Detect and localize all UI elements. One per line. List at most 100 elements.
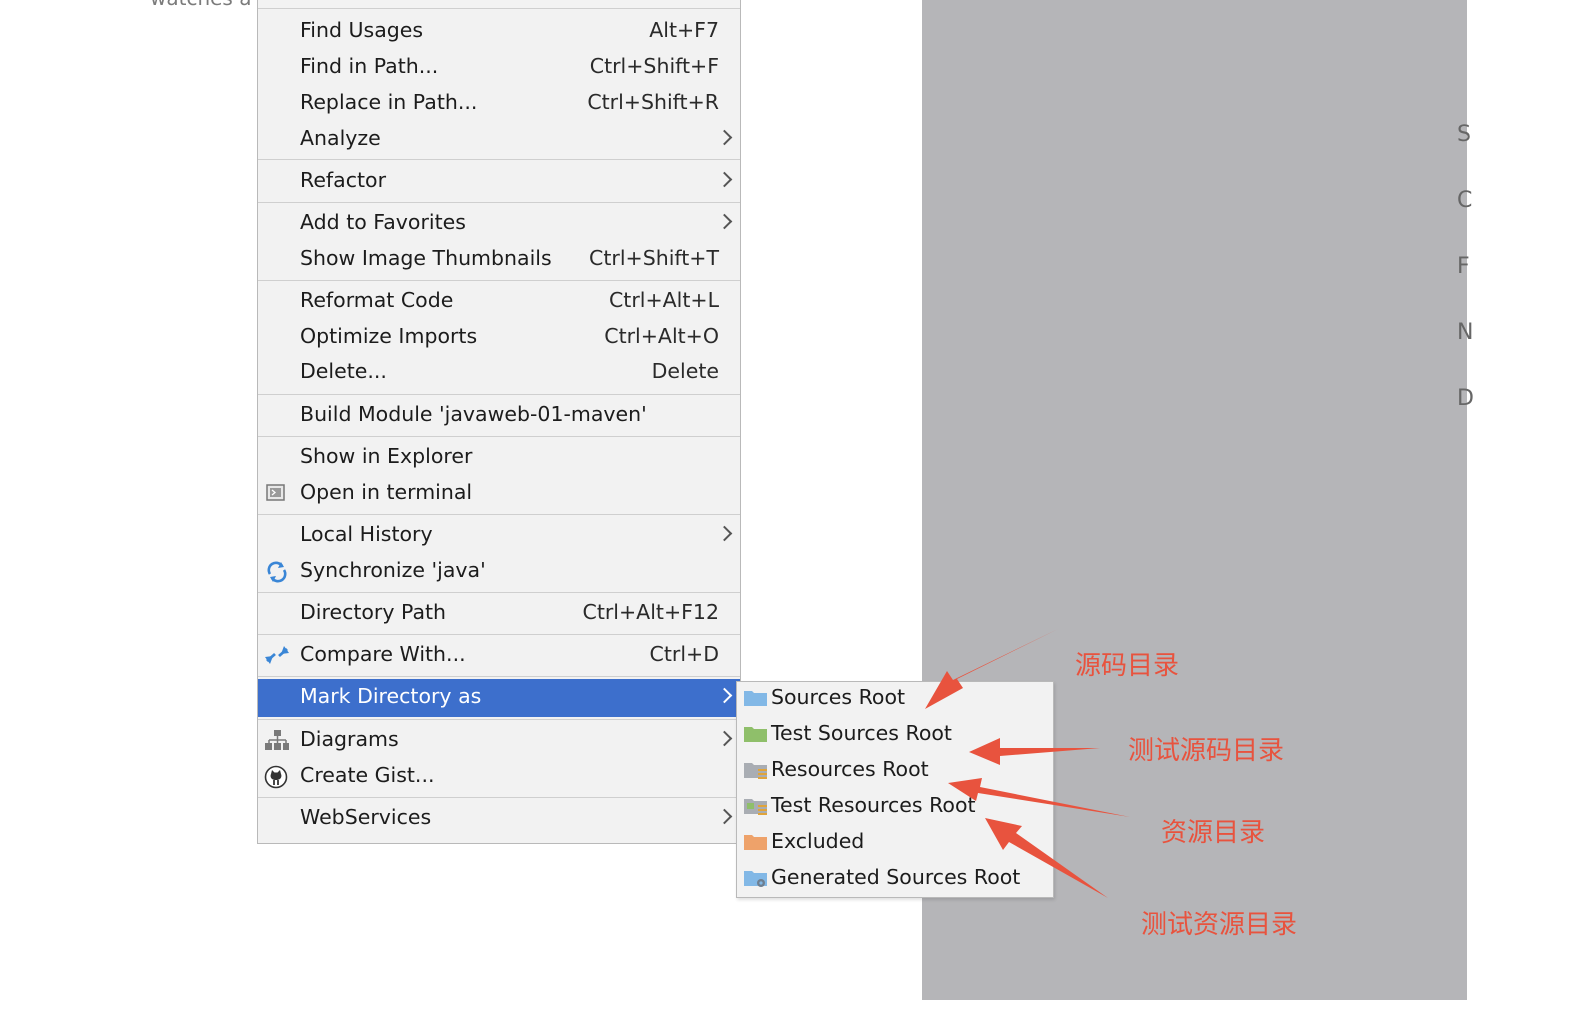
menu-item-shortcut: Ctrl+Shift+T	[589, 246, 719, 270]
menu-item-reformat-code[interactable]: Reformat Code Ctrl+Alt+L	[258, 283, 740, 319]
menu-item-show-in-explorer[interactable]: Show in Explorer	[258, 439, 740, 475]
menu-item-label: Reformat Code	[300, 288, 454, 312]
menu-separator	[258, 514, 740, 515]
menu-item-replace-in-path[interactable]: Replace in Path... Ctrl+Shift+R	[258, 85, 740, 121]
menu-separator	[258, 436, 740, 437]
submenu-item-label: Resources Root	[771, 757, 929, 781]
menu-item-shortcut: Ctrl+D	[649, 642, 719, 666]
submenu-item-sources-root[interactable]: Sources Root	[737, 681, 1053, 717]
submenu-item-test-sources-root[interactable]: Test Sources Root	[737, 717, 1053, 753]
annotation-resources: 资源目录	[1161, 818, 1266, 848]
annotation-test-sources: 测试源码目录	[1128, 736, 1285, 766]
menu-separator	[258, 202, 740, 203]
menu-item-label: Synchronize 'java'	[300, 558, 486, 582]
menu-item-label: Replace in Path...	[300, 90, 478, 114]
submenu-item-test-resources-root[interactable]: Test Resources Root	[737, 789, 1053, 825]
submenu-arrow-icon	[716, 171, 733, 188]
menu-item-find-in-path[interactable]: Find in Path... Ctrl+Shift+F	[258, 49, 740, 85]
submenu-item-label: Excluded	[771, 829, 865, 853]
menu-item-shortcut: Ctrl+Alt+O	[604, 324, 719, 348]
menu-item-label: Local History	[300, 522, 433, 546]
right-letter: N	[1457, 320, 1474, 345]
menu-item-shortcut: Ctrl+Shift+R	[587, 90, 719, 114]
submenu-arrow-icon	[716, 129, 733, 146]
test-resources-root-folder-icon	[743, 795, 769, 817]
menu-item-build-module[interactable]: Build Module 'javaweb-01-maven'	[258, 397, 740, 433]
menu-item-label: Show in Explorer	[300, 444, 473, 468]
menu-item-webservices[interactable]: WebServices	[258, 800, 740, 836]
menu-item-diagrams[interactable]: Diagrams	[258, 722, 740, 758]
excluded-folder-icon	[743, 831, 769, 853]
right-letter: C	[1457, 188, 1473, 213]
menu-item-delete[interactable]: Delete... Delete	[258, 354, 740, 390]
menu-item-label: Create Gist...	[300, 763, 435, 787]
right-letter: S	[1457, 122, 1471, 147]
test-sources-root-folder-icon	[743, 723, 769, 745]
submenu-item-resources-root[interactable]: Resources Root	[737, 753, 1053, 789]
menu-item-label: Show Image Thumbnails	[300, 246, 552, 270]
menu-item-label: WebServices	[300, 805, 432, 829]
submenu-item-label: Generated Sources Root	[771, 865, 1021, 889]
menu-item-create-gist[interactable]: Create Gist...	[258, 758, 740, 794]
right-letter: D	[1457, 386, 1474, 411]
menu-item-label: Analyze	[300, 126, 381, 150]
menu-item-directory-path[interactable]: Directory Path Ctrl+Alt+F12	[258, 595, 740, 631]
menu-item-local-history[interactable]: Local History	[258, 517, 740, 553]
submenu-item-label: Test Resources Root	[771, 793, 976, 817]
menu-item-label: Build Module 'javaweb-01-maven'	[300, 402, 647, 426]
github-icon	[264, 765, 288, 789]
submenu-arrow-icon	[716, 213, 733, 230]
diagram-icon	[264, 729, 289, 751]
menu-item-show-image-thumbnails[interactable]: Show Image Thumbnails Ctrl+Shift+T	[258, 241, 740, 277]
menu-item-open-in-terminal[interactable]: Open in terminal	[258, 475, 740, 511]
menu-item-label: Compare With...	[300, 642, 466, 666]
menu-item-label: Diagrams	[300, 727, 399, 751]
background-text: watches a	[150, 0, 251, 10]
annotation-sources: 源码目录	[1075, 651, 1180, 681]
right-letter: F	[1457, 254, 1470, 279]
generated-sources-root-folder-icon	[743, 867, 769, 889]
context-menu: Find Usages Alt+F7 Find in Path... Ctrl+…	[257, 0, 741, 844]
terminal-icon	[264, 482, 288, 504]
menu-separator	[258, 634, 740, 635]
menu-item-label: Delete...	[300, 359, 387, 383]
menu-separator	[258, 719, 740, 720]
menu-separator	[258, 592, 740, 593]
submenu-arrow-icon	[716, 730, 733, 747]
submenu-arrow-icon	[716, 687, 733, 704]
menu-item-label: Add to Favorites	[300, 210, 466, 234]
menu-item-find-usages[interactable]: Find Usages Alt+F7	[258, 13, 740, 49]
menu-item-optimize-imports[interactable]: Optimize Imports Ctrl+Alt+O	[258, 319, 740, 355]
synchronize-icon	[264, 560, 288, 583]
menu-separator	[258, 8, 740, 9]
menu-item-shortcut: Delete	[651, 359, 719, 383]
menu-separator	[258, 159, 740, 160]
compare-arrows-icon	[264, 644, 289, 666]
menu-item-compare-with[interactable]: Compare With... Ctrl+D	[258, 637, 740, 673]
menu-separator	[258, 676, 740, 677]
menu-item-refactor[interactable]: Refactor	[258, 163, 740, 199]
menu-item-shortcut: Ctrl+Shift+F	[589, 54, 719, 78]
annotation-test-resources: 测试资源目录	[1141, 910, 1298, 940]
menu-item-label: Directory Path	[300, 600, 447, 624]
menu-item-mark-directory-as[interactable]: Mark Directory as	[258, 679, 740, 717]
menu-separator	[258, 280, 740, 281]
menu-item-label: Optimize Imports	[300, 324, 478, 348]
menu-item-synchronize[interactable]: Synchronize 'java'	[258, 553, 740, 589]
menu-separator	[258, 797, 740, 798]
menu-item-label: Refactor	[300, 168, 386, 192]
submenu-item-generated-sources-root[interactable]: Generated Sources Root	[737, 861, 1053, 897]
submenu-item-excluded[interactable]: Excluded	[737, 825, 1053, 861]
menu-item-shortcut: Ctrl+Alt+L	[608, 288, 719, 312]
menu-item-add-to-favorites[interactable]: Add to Favorites	[258, 205, 740, 241]
menu-item-analyze[interactable]: Analyze	[258, 121, 740, 157]
resources-root-folder-icon	[743, 759, 769, 781]
menu-item-label: Mark Directory as	[300, 684, 482, 708]
menu-item-label: Find in Path...	[300, 54, 439, 78]
menu-separator	[258, 394, 740, 395]
menu-item-label: Open in terminal	[300, 480, 473, 504]
sources-root-folder-icon	[743, 687, 769, 709]
menu-item-label: Find Usages	[300, 18, 424, 42]
menu-item-shortcut: Ctrl+Alt+F12	[582, 600, 719, 624]
submenu-item-label: Sources Root	[771, 685, 906, 709]
